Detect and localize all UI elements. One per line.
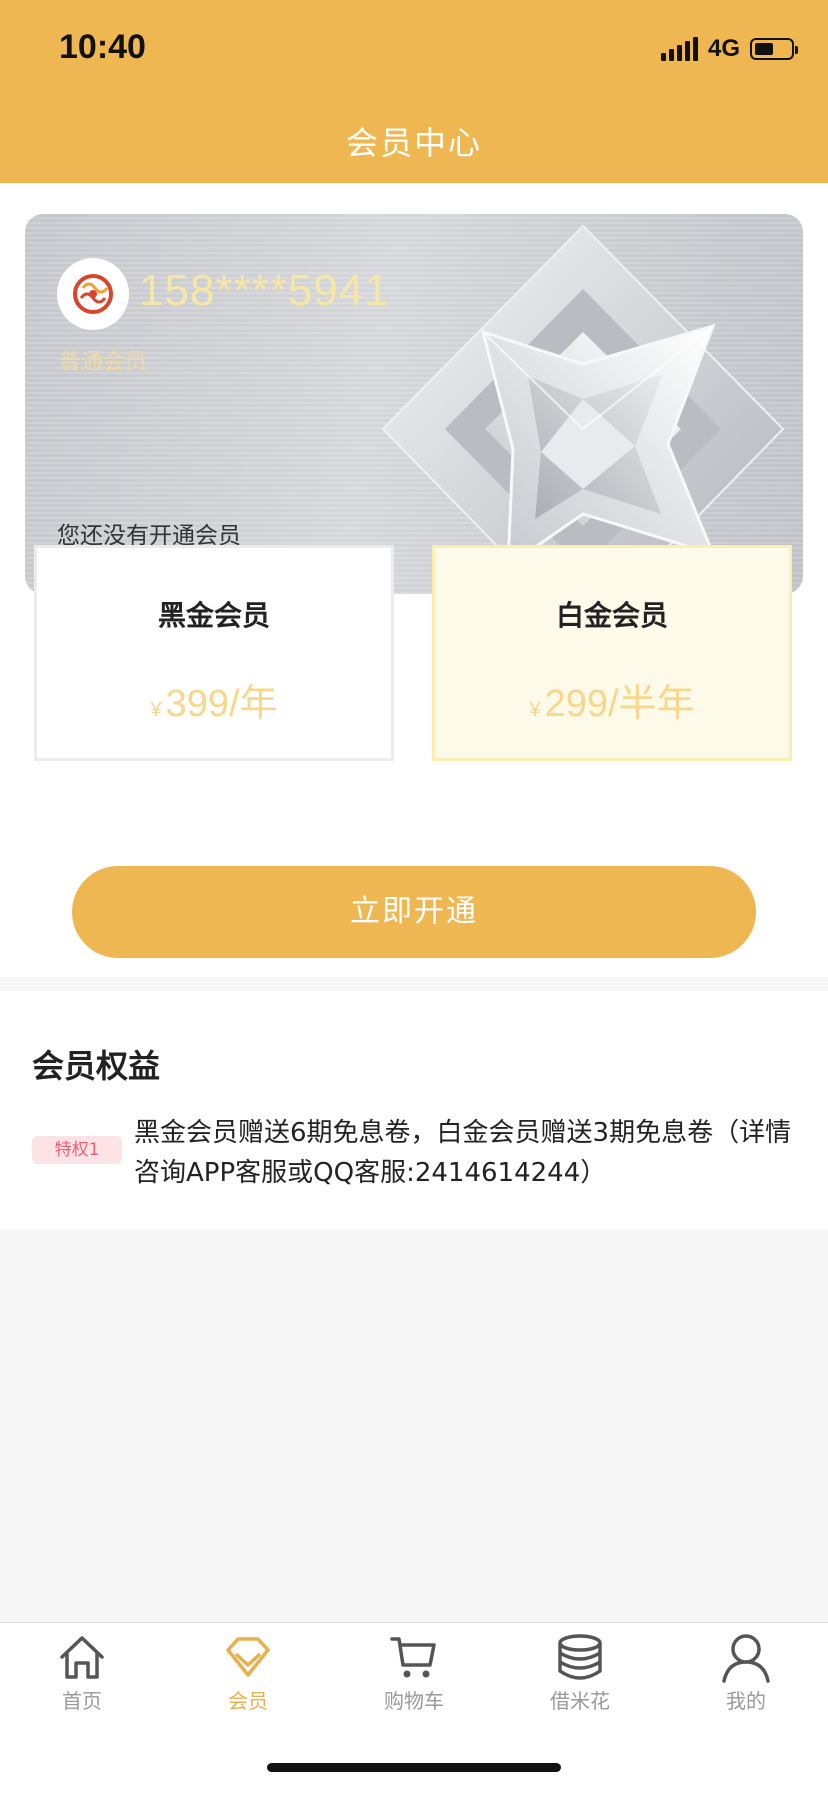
profile-icon	[722, 1634, 770, 1683]
tab-bar: 首页 会员 购物车 借米花 我的	[0, 1622, 828, 1793]
price-value: 299/半年	[544, 683, 695, 725]
app-header: 10:40 4G 会员中心	[0, 0, 828, 183]
plan-name: 白金会员	[555, 599, 668, 632]
status-indicators: 4G	[660, 34, 798, 64]
tab-label: 首页	[62, 1689, 102, 1713]
membership-section: 158****5941 普通会员 您还没有开通会员 黑金会员 ¥399/年 白金…	[0, 183, 828, 977]
status-time: 10:40	[59, 28, 146, 66]
plan-price: ¥299/半年	[435, 672, 789, 727]
home-icon	[60, 1636, 104, 1679]
price-value: 399/年	[165, 683, 278, 725]
plan-name: 黑金会员	[157, 599, 270, 632]
tab-profile[interactable]: 我的	[686, 1631, 806, 1717]
home-indicator[interactable]	[267, 1763, 561, 1772]
member-card: 158****5941 普通会员 您还没有开通会员	[25, 214, 803, 594]
plan-price: ¥399/年	[37, 672, 391, 727]
benefit-tag: 特权1	[32, 1136, 122, 1164]
plan-black-gold[interactable]: 黑金会员 ¥399/年	[34, 545, 394, 761]
tab-label: 我的	[726, 1689, 766, 1713]
tab-borrow[interactable]: 借米花	[520, 1631, 640, 1717]
battery-icon	[750, 38, 798, 60]
member-diamond-icon	[226, 1637, 270, 1677]
open-membership-button[interactable]: 立即开通	[72, 866, 756, 958]
benefit-text: 黑金会员赠送6期免息卷，白金会员赠送3期免息卷（详情咨询APP客服或QQ客服:2…	[134, 1118, 792, 1188]
tab-member[interactable]: 会员	[188, 1631, 308, 1717]
tab-cart[interactable]: 购物车	[354, 1631, 474, 1717]
plan-platinum[interactable]: 白金会员 ¥299/半年	[432, 545, 792, 761]
silver-star-emblem	[381, 224, 785, 594]
tab-label: 借米花	[550, 1689, 610, 1713]
avatar[interactable]	[57, 258, 129, 330]
tab-label: 购物车	[384, 1689, 444, 1713]
member-level: 普通会员	[59, 350, 148, 375]
coins-icon	[558, 1634, 602, 1680]
benefits-section: 会员权益 特权1 黑金会员赠送6期免息卷，白金会员赠送3期免息卷（详情咨询APP…	[0, 991, 828, 1229]
currency-symbol: ¥	[529, 699, 541, 721]
page-title: 会员中心	[345, 124, 482, 162]
tab-home[interactable]: 首页	[22, 1631, 142, 1717]
tab-label: 会员	[228, 1689, 268, 1713]
benefits-title: 会员权益	[32, 1047, 161, 1085]
logo-icon	[73, 274, 113, 314]
signal-icon	[660, 37, 698, 61]
currency-symbol: ¥	[150, 699, 162, 721]
network-type: 4G	[707, 35, 740, 62]
member-phone: 158****5941	[139, 266, 390, 315]
cart-icon	[390, 1637, 436, 1678]
